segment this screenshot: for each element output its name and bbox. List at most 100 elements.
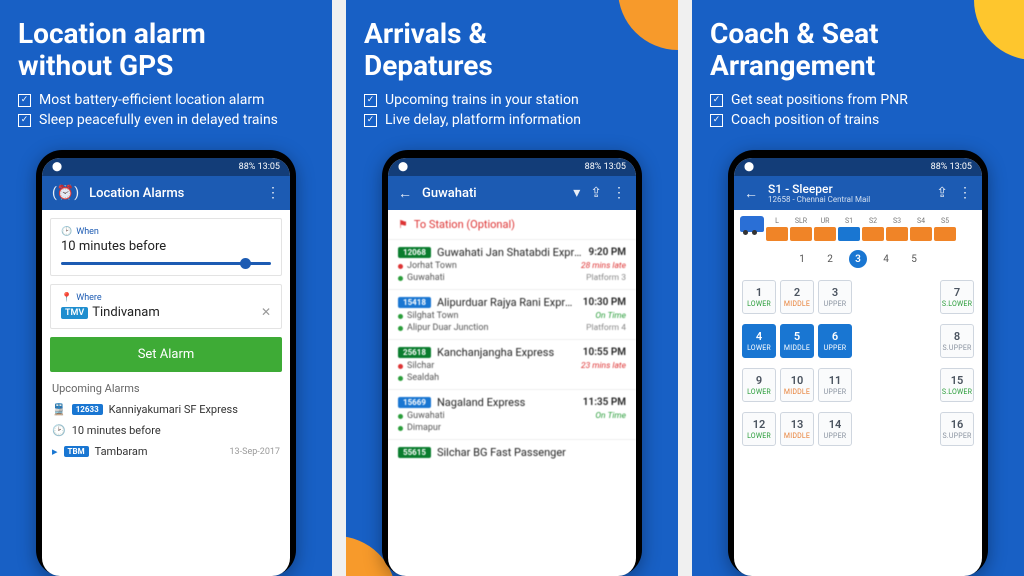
clear-icon[interactable]: ✕ xyxy=(261,305,271,319)
title-line1: Arrivals & xyxy=(364,17,487,50)
train-row[interactable]: 12068Guwahati Jan Shatabdi Express9:20 P… xyxy=(388,239,636,289)
seat[interactable]: 14UPPER xyxy=(818,412,852,446)
coach-label: S2 xyxy=(862,217,884,225)
bullet-text: Most battery-efficient location alarm xyxy=(39,92,264,108)
when-slider[interactable] xyxy=(61,262,271,265)
coach-label: S1 xyxy=(838,217,860,225)
train-icon: 🚆 xyxy=(52,403,66,416)
where-card[interactable]: 📍Where TMVTindivanam ✕ xyxy=(50,284,282,329)
flag-icon: ▸ xyxy=(52,445,58,458)
phone-frame: ⬤88% 13:05 ← S1 - Sleeper 12658 - Chenna… xyxy=(728,150,988,576)
phone-screen: ⬤88% 13:05 (⏰) Location Alarms ⋮ 🕑When 1… xyxy=(42,158,290,576)
title-line2: without GPS xyxy=(18,49,173,82)
pager-number[interactable]: 3 xyxy=(849,250,867,268)
seat[interactable]: 13MIDDLE xyxy=(780,412,814,446)
back-icon[interactable]: ← xyxy=(398,185,412,202)
pager-number[interactable]: 2 xyxy=(821,250,839,268)
coach-box[interactable] xyxy=(838,227,860,241)
from-station[interactable]: Guwahati xyxy=(422,186,563,201)
seat[interactable]: 11UPPER xyxy=(818,368,852,402)
pager[interactable]: 12345 xyxy=(734,246,982,274)
share-icon[interactable]: ⇪ xyxy=(936,185,948,201)
alarm-icon: (⏰) xyxy=(52,185,79,201)
seat[interactable]: 1LOWER xyxy=(742,280,776,314)
pager-number[interactable]: 4 xyxy=(877,250,895,268)
seat[interactable]: 12LOWER xyxy=(742,412,776,446)
check-icon xyxy=(364,114,377,127)
promo-panel-3: Coach & Seat Arrangement Get seat positi… xyxy=(692,0,1024,576)
bullet-text: Sleep peacefully even in delayed trains xyxy=(39,112,278,128)
train-row[interactable]: 15418 Alipurduar Rajya Rani Express 10:30 … xyxy=(388,289,636,339)
train-name: Alipurduar Rajya Rani Express xyxy=(437,296,577,309)
seat[interactable]: 7S.LOWER xyxy=(940,280,974,314)
app-bar: ← Guwahati ▾ ⇪ ⋮ xyxy=(388,176,636,210)
train-number-chip: 15418 xyxy=(398,297,431,308)
upcoming-row: ▸ TBM Tambaram 13-Sep-2017 xyxy=(52,441,280,462)
clock-icon: 🕑 xyxy=(52,424,66,437)
train-name: Silchar BG Fast Passenger xyxy=(437,446,620,459)
back-icon[interactable]: ← xyxy=(744,185,758,202)
seat-area[interactable]: 1LOWER2MIDDLE3UPPER 7S.LOWER 4LOWER5MIDDLE… xyxy=(734,274,982,452)
seat[interactable]: 6UPPER xyxy=(818,324,852,358)
seat[interactable]: 16S.UPPER xyxy=(940,412,974,446)
overflow-icon[interactable]: ⋮ xyxy=(958,185,972,201)
train-list[interactable]: 12068Guwahati Jan Shatabdi Express9:20 P… xyxy=(388,239,636,465)
bullet-item: Get seat positions from PNR xyxy=(710,92,1006,108)
train-number-chip: 12633 xyxy=(72,404,103,415)
coach-label: UR xyxy=(814,217,836,225)
upcoming-heading: Upcoming Alarms xyxy=(52,382,280,395)
train-status: On Time xyxy=(595,411,626,421)
seat[interactable]: 2MIDDLE xyxy=(780,280,814,314)
set-alarm-button[interactable]: Set Alarm xyxy=(50,337,282,372)
train-row[interactable]: 25618Kanchanjangha Express10:55 PMSilcha… xyxy=(388,339,636,389)
station-name: Tambaram xyxy=(95,445,148,458)
status-right: 88% 13:05 xyxy=(239,162,280,172)
train-row[interactable]: 15669Nagaland Express11:35 PMGuwahatiOn … xyxy=(388,389,636,439)
coach-box[interactable] xyxy=(886,227,908,241)
coach-box[interactable] xyxy=(790,227,812,241)
train-status: 28 mins late xyxy=(581,261,626,271)
seat[interactable]: 3UPPER xyxy=(818,280,852,314)
bullet-item: Live delay, platform information xyxy=(364,112,660,128)
train-number-chip: 55615 xyxy=(398,447,431,458)
platform: Platform 3 xyxy=(586,273,626,283)
status-bar: ⬤88% 13:05 xyxy=(42,158,290,176)
to-station-input[interactable]: ⚑To Station (Optional) xyxy=(388,210,636,239)
panel-title: Coach & Seat Arrangement xyxy=(710,18,1006,82)
coach-box[interactable] xyxy=(934,227,956,241)
seat[interactable]: 9LOWER xyxy=(742,368,776,402)
overflow-icon[interactable]: ⋮ xyxy=(612,185,626,201)
coach-box[interactable] xyxy=(910,227,932,241)
panel-title: Arrivals & Depatures xyxy=(364,18,660,82)
seat[interactable]: 4LOWER xyxy=(742,324,776,358)
train-row[interactable]: 55615 Silchar BG Fast Passenger xyxy=(388,439,636,465)
train-time: 10:30 PM xyxy=(583,297,626,308)
seat[interactable]: 8S.UPPER xyxy=(940,324,974,358)
pager-number[interactable]: 1 xyxy=(793,250,811,268)
alarm-time: 10 minutes before xyxy=(72,424,161,437)
pin-icon: 📍 xyxy=(61,293,72,303)
when-card[interactable]: 🕑When 10 minutes before xyxy=(50,218,282,276)
train-name: Kanniyakumari SF Express xyxy=(109,403,238,416)
seat[interactable]: 15S.LOWER xyxy=(940,368,974,402)
pager-number[interactable]: 5 xyxy=(905,250,923,268)
seat-bay: 12LOWER13MIDDLE14UPPER 16S.UPPER xyxy=(742,412,974,446)
seat[interactable]: 5MIDDLE xyxy=(780,324,814,358)
check-icon xyxy=(18,94,31,107)
coach-strip[interactable]: LSLRURS1S2S3S4S5 xyxy=(734,210,982,246)
coach-box[interactable] xyxy=(766,227,788,241)
phone-screen: ⬤88% 13:05 ← Guwahati ▾ ⇪ ⋮ ⚑To Station … xyxy=(388,158,636,576)
overflow-icon[interactable]: ⋮ xyxy=(266,185,280,201)
seat-bay: 9LOWER10MIDDLE11UPPER 15S.LOWER xyxy=(742,368,974,402)
coach-box[interactable] xyxy=(862,227,884,241)
status-bar: ⬤88% 13:05 xyxy=(388,158,636,176)
seat[interactable]: 10MIDDLE xyxy=(780,368,814,402)
train-time: 10:55 PM xyxy=(583,347,626,358)
flag-icon: ⚑ xyxy=(398,218,408,231)
filter-icon[interactable]: ▾ xyxy=(573,185,580,201)
share-icon[interactable]: ⇪ xyxy=(590,185,602,201)
coach-label: L xyxy=(766,217,788,225)
coach-box[interactable] xyxy=(814,227,836,241)
upcoming-row[interactable]: 🚆 12633 Kanniyakumari SF Express xyxy=(52,399,280,420)
check-icon xyxy=(18,114,31,127)
